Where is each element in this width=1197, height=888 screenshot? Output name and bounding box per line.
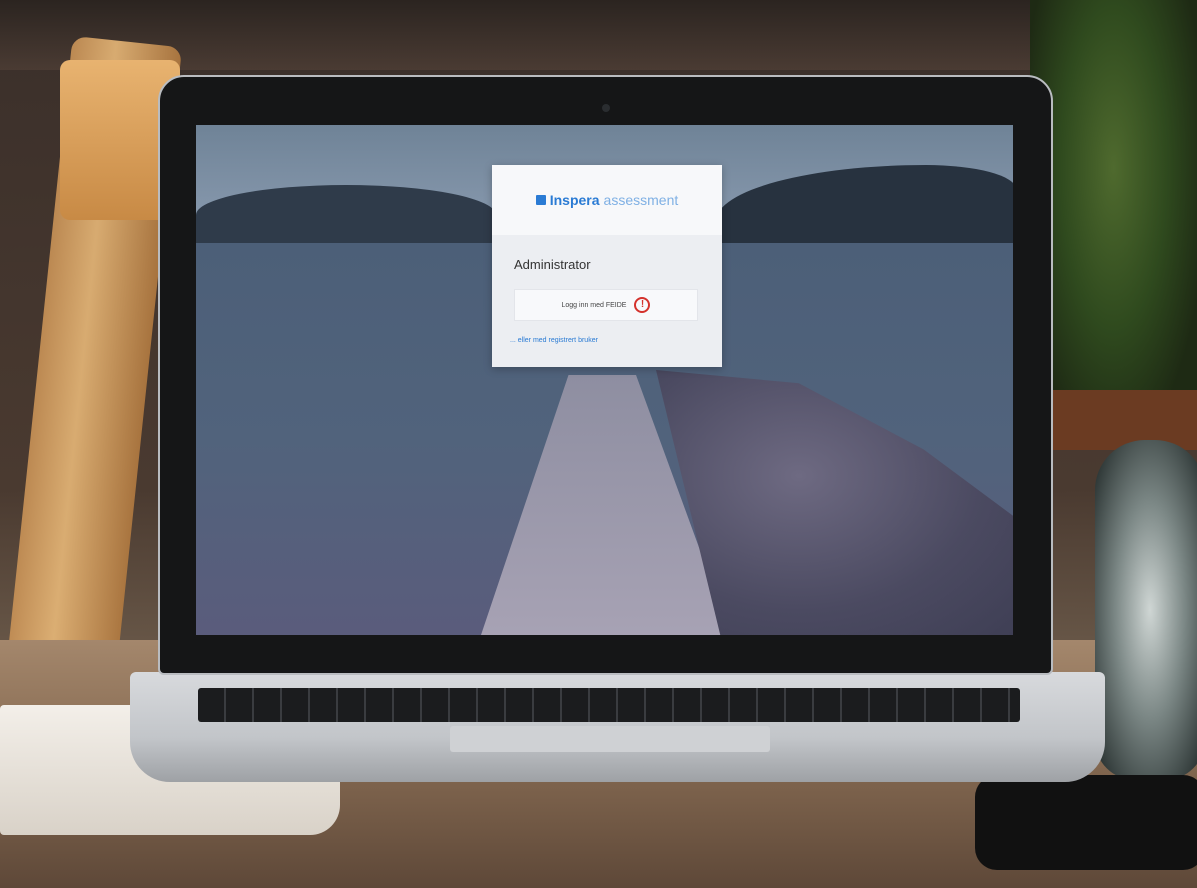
glass-vase <box>1095 440 1197 780</box>
login-card: Inspera assessment Administrator Logg in… <box>492 165 722 367</box>
login-card-header: Inspera assessment <box>492 165 722 235</box>
logo-brand-text: Inspera <box>549 192 600 208</box>
feide-login-button[interactable]: Logg inn med FEIDE ! <box>514 289 698 321</box>
smartphone <box>975 775 1197 870</box>
laptop-keyboard <box>198 688 1020 722</box>
login-title: Administrator <box>514 257 591 272</box>
laptop-screen: Inspera assessment Administrator Logg in… <box>196 125 1013 635</box>
registered-user-login-link[interactable]: ... eller med registrert bruker <box>510 337 598 344</box>
logo-product-text: assessment <box>603 192 679 208</box>
potted-plant <box>1030 0 1197 420</box>
warning-icon: ! <box>634 297 651 313</box>
feide-login-label: Logg inn med FEIDE <box>561 301 627 309</box>
plant-pot <box>1050 390 1197 450</box>
laptop-trackpad <box>450 726 770 752</box>
wallpaper-mountain-left <box>196 185 496 245</box>
webcam-icon <box>602 104 610 112</box>
inspera-logo-icon <box>535 195 546 205</box>
